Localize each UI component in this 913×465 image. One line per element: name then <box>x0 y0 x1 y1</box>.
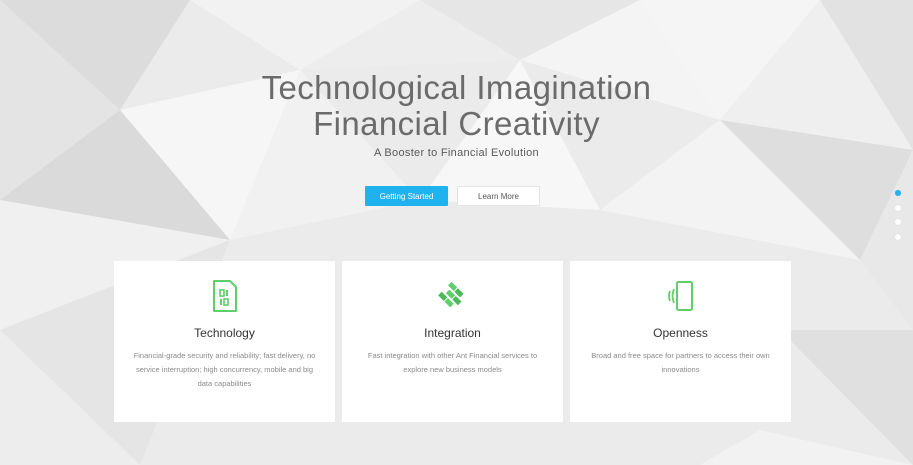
feature-description: Financial-grade security and reliability… <box>133 351 316 388</box>
feature-card-technology: Technology Financial-grade security and … <box>114 261 335 422</box>
feature-title: Technology <box>194 326 255 340</box>
sim-card-icon <box>114 280 335 312</box>
feature-title: Integration <box>424 326 481 340</box>
feature-card-openness: Openness Broad and free space for partne… <box>570 261 791 422</box>
feature-description: Fast integration with other Ant Financia… <box>367 351 538 374</box>
getting-started-button[interactable]: Getting Started <box>365 186 448 206</box>
feature-description: Broad and free space for partners to acc… <box>591 351 770 374</box>
hero-title-line2: Financial Creativity <box>313 105 600 142</box>
carousel-dot-4[interactable] <box>895 233 901 240</box>
carousel-indicators <box>895 190 903 248</box>
hero-title-line1: Technological Imagination <box>261 69 652 106</box>
feature-title: Openness <box>653 326 708 340</box>
carousel-dot-3[interactable] <box>895 219 901 225</box>
learn-more-button[interactable]: Learn More <box>457 186 540 206</box>
hero-subtitle: A Booster to Financial Evolution <box>374 147 539 159</box>
feature-card-integration: Integration Fast integration with other … <box>342 261 563 422</box>
interlocking-hands-icon <box>342 280 563 312</box>
carousel-dot-2[interactable] <box>895 204 901 211</box>
mobile-signal-icon <box>570 280 791 312</box>
carousel-dot-1[interactable] <box>895 190 901 196</box>
